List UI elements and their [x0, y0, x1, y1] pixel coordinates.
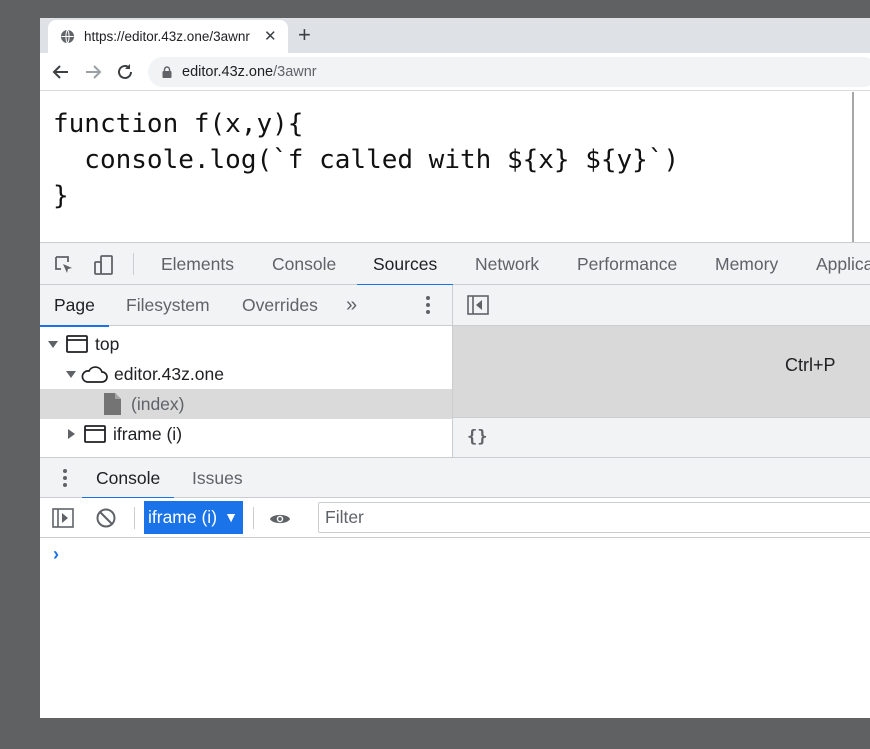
tab-title: https://editor.43z.one/3awnr	[84, 29, 250, 44]
drawer-menu-icon[interactable]	[63, 467, 67, 489]
reload-icon[interactable]	[114, 61, 136, 83]
tree-item-iframe[interactable]: iframe (i)	[40, 419, 452, 449]
tree-item-index[interactable]: (index)	[40, 389, 452, 419]
tab-network[interactable]: Network	[475, 243, 539, 285]
tree-item-top[interactable]: top	[40, 329, 452, 359]
clear-console-icon[interactable]	[95, 507, 117, 529]
code-line: }	[53, 181, 69, 211]
inspect-element-icon[interactable]	[53, 254, 75, 276]
tab-sources[interactable]: Sources	[356, 243, 454, 286]
expanded-arrow-icon[interactable]	[47, 338, 59, 350]
page-viewport: function f(x,y){ console.log(`f called w…	[40, 92, 854, 242]
tab-strip: https://editor.43z.one/3awnr ✕ +	[40, 18, 870, 53]
editor-footer: {}	[453, 417, 870, 457]
dropdown-caret-icon: ▼	[224, 509, 238, 525]
navigator-pane: Page Filesystem Overrides » top editor.4…	[40, 285, 453, 457]
new-tab-button[interactable]: +	[298, 22, 311, 48]
editor-pane: Ctrl+P {}	[453, 285, 870, 457]
expanded-arrow-icon[interactable]	[65, 368, 77, 380]
tree-item-label: top	[95, 334, 120, 354]
address-bar[interactable]: editor.43z.one/3awnr	[148, 57, 870, 87]
devtools-panel: Elements Console Sources Network Perform…	[40, 242, 870, 718]
tab-memory[interactable]: Memory	[715, 243, 778, 285]
navigator-tabs: Page Filesystem Overrides »	[40, 285, 452, 327]
tree-item-label: editor.43z.one	[114, 364, 224, 384]
show-sidebar-icon[interactable]	[52, 507, 74, 529]
frame-icon	[84, 425, 106, 443]
drawer-tabs: Console Issues	[40, 457, 870, 499]
toolbar-divider	[134, 507, 135, 529]
back-icon[interactable]	[50, 61, 72, 83]
frame-icon	[66, 335, 88, 353]
tab-filesystem[interactable]: Filesystem	[126, 285, 210, 326]
browser-tab[interactable]: https://editor.43z.one/3awnr ✕	[48, 20, 288, 53]
tree-item-label: iframe (i)	[113, 424, 183, 444]
toolbar-divider	[133, 253, 134, 275]
more-options-icon[interactable]	[426, 294, 430, 316]
tab-page[interactable]: Page	[40, 285, 109, 327]
sources-panel: Page Filesystem Overrides » top editor.4…	[40, 285, 870, 457]
devtools-toolbar: Elements Console Sources Network Perform…	[40, 243, 870, 286]
tab-application[interactable]: Applica	[816, 243, 870, 285]
editor-toolbar	[453, 285, 870, 326]
console-output[interactable]: ›	[40, 538, 870, 718]
tree-item-domain[interactable]: editor.43z.one	[40, 359, 452, 389]
device-toolbar-icon[interactable]	[93, 254, 115, 276]
browser-window: https://editor.43z.one/3awnr ✕ + editor.…	[40, 18, 870, 718]
console-prompt-icon: ›	[53, 544, 59, 564]
more-tabs-chevron-icon[interactable]: »	[346, 294, 357, 317]
lock-icon[interactable]	[162, 66, 172, 78]
tab-console[interactable]: Console	[272, 243, 336, 285]
globe-icon	[60, 29, 75, 44]
drawer-tab-console[interactable]: Console	[81, 458, 175, 499]
open-file-shortcut-hint: Ctrl+P	[785, 355, 836, 375]
url-host: editor.43z.one	[182, 64, 274, 80]
live-expression-eye-icon[interactable]	[269, 508, 291, 530]
browser-toolbar: editor.43z.one/3awnr	[40, 53, 870, 91]
drawer-tab-issues[interactable]: Issues	[192, 458, 243, 498]
close-tab-icon[interactable]: ✕	[264, 27, 277, 45]
collapsed-arrow-icon[interactable]	[65, 428, 77, 440]
tab-elements[interactable]: Elements	[161, 243, 234, 285]
tree-item-label: (index)	[131, 394, 185, 414]
file-icon	[104, 393, 121, 415]
tab-overrides[interactable]: Overrides	[242, 285, 318, 326]
url-path: /3awnr	[273, 64, 317, 80]
toggle-navigator-icon[interactable]	[467, 295, 489, 315]
code-line: console.log(`f called with ${x} ${y}`)	[53, 145, 680, 175]
console-filter-input[interactable]	[318, 502, 870, 533]
context-selector[interactable]: iframe (i) ▼	[144, 501, 243, 534]
console-toolbar: iframe (i) ▼	[40, 498, 870, 538]
code-line: function f(x,y){	[53, 109, 304, 139]
context-selector-value: iframe (i)	[148, 507, 218, 527]
url-text: editor.43z.one/3awnr	[182, 64, 317, 80]
forward-icon[interactable]	[82, 61, 104, 83]
code-block: function f(x,y){ console.log(`f called w…	[53, 106, 679, 214]
toolbar-divider	[253, 507, 254, 529]
tab-performance[interactable]: Performance	[577, 243, 677, 285]
pretty-print-button[interactable]: {}	[467, 427, 487, 447]
cloud-icon	[81, 366, 108, 383]
